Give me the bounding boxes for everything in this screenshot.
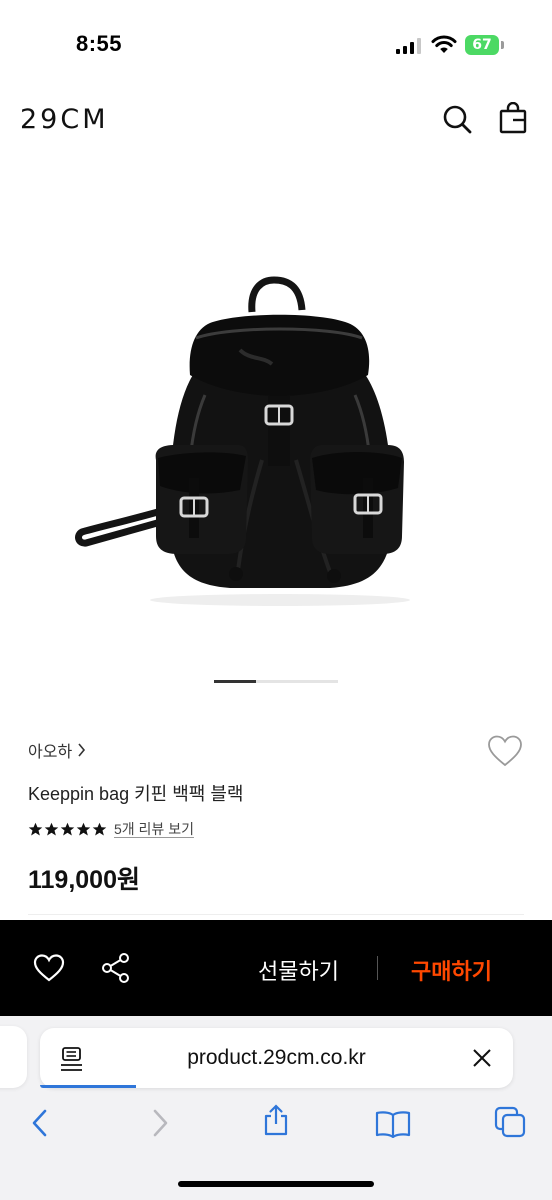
bookmarks-icon[interactable] [375, 1110, 411, 1138]
search-icon[interactable] [441, 103, 473, 135]
status-time: 8:55 [76, 31, 123, 56]
share-icon[interactable] [101, 952, 131, 984]
buy-button[interactable]: 구매하기 [411, 954, 492, 986]
star-rating [28, 822, 108, 837]
product-name: Keeppin bag 키핀 백팩 블랙 [28, 784, 244, 804]
shopping-bag-icon[interactable] [498, 102, 528, 134]
browser-toolbar [0, 1100, 552, 1150]
close-icon[interactable] [472, 1048, 492, 1068]
star-icon [28, 822, 43, 835]
previous-tab-preview[interactable] [0, 1026, 27, 1088]
home-indicator [178, 1181, 374, 1187]
forward-icon[interactable] [150, 1108, 170, 1138]
battery-icon: 67 [465, 35, 505, 55]
star-icon [76, 822, 91, 835]
back-icon[interactable] [30, 1108, 50, 1138]
divider [377, 956, 378, 980]
tabs-icon[interactable] [494, 1106, 526, 1138]
address-bar[interactable]: product.29cm.co.kr [40, 1028, 513, 1088]
gift-button[interactable]: 선물하기 [258, 954, 339, 986]
signal-icon [396, 38, 421, 54]
star-icon [92, 822, 107, 835]
divider [28, 914, 524, 915]
app-header: 29CM [0, 90, 552, 150]
heart-icon[interactable] [33, 953, 65, 983]
share-sheet-icon[interactable] [262, 1104, 290, 1136]
status-bar: 8:55 67 [0, 0, 552, 90]
brand-name: 아오하 [28, 744, 73, 761]
heart-icon[interactable] [487, 734, 523, 768]
chevron-right-icon [78, 743, 86, 757]
page-load-progress [40, 1085, 136, 1088]
carousel-active-segment [214, 680, 256, 683]
logo[interactable]: 29CM [20, 104, 109, 135]
review-link[interactable]: 5개 리뷰 보기 [114, 819, 194, 839]
image-carousel-indicator [214, 680, 338, 683]
product-price: 119,000원 [28, 866, 140, 894]
star-icon [44, 822, 59, 835]
star-icon [60, 822, 75, 835]
rating-row: 5개 리뷰 보기 [28, 819, 194, 839]
wifi-icon [431, 35, 457, 53]
battery-level: 67 [472, 37, 492, 53]
purchase-action-bar: 선물하기 구매하기 [0, 920, 552, 1016]
product-image[interactable] [0, 160, 552, 660]
url-text: product.29cm.co.kr [187, 1046, 366, 1069]
brand-link[interactable]: 아오하 [28, 738, 86, 762]
